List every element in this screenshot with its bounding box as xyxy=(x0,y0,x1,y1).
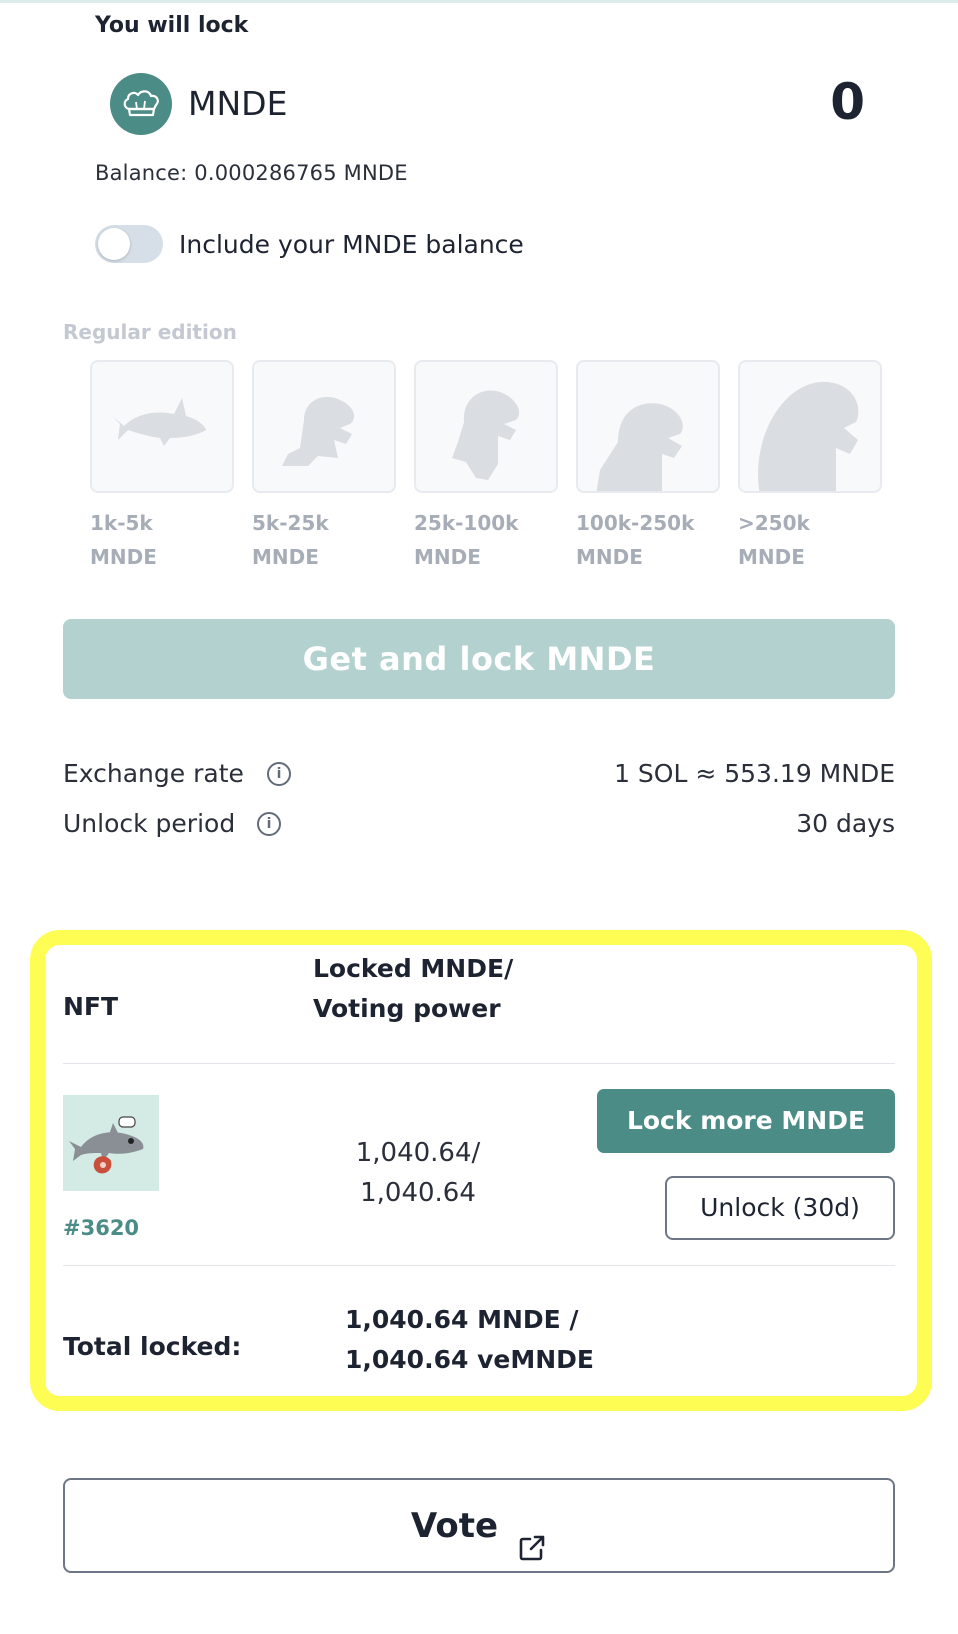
tier-range: 100k-250k xyxy=(576,511,695,535)
info-icon[interactable]: i xyxy=(267,762,291,786)
unlock-period-row: Unlock period i 30 days xyxy=(63,809,895,843)
tier-unit: MNDE xyxy=(576,545,643,569)
nft-tier-3: 25k-100k MNDE xyxy=(414,360,558,574)
column-header-locked-line1: Locked MNDE/ xyxy=(313,954,514,983)
vote-label: Vote xyxy=(410,1506,499,1546)
unlock-period-label: Unlock period xyxy=(63,809,236,838)
nft-id[interactable]: #3620 xyxy=(63,1216,139,1240)
locked-positions-panel: NFT Locked MNDE/ Voting power #3620 1,04… xyxy=(30,930,932,1411)
unlock-period-value: 30 days xyxy=(796,809,895,838)
tier-range: 5k-25k xyxy=(252,511,329,535)
total-locked-line2: 1,040.64 veMNDE xyxy=(345,1345,594,1374)
external-link-icon xyxy=(517,1512,547,1560)
shark-nft-image[interactable] xyxy=(63,1095,159,1191)
tier-range: 25k-100k xyxy=(414,511,519,535)
table-divider xyxy=(63,1063,895,1064)
tier-unit: MNDE xyxy=(738,545,805,569)
shark-silhouette-icon xyxy=(576,360,720,493)
exchange-rate-label: Exchange rate xyxy=(63,759,244,788)
nft-tier-4: 100k-250k MNDE xyxy=(576,360,720,574)
locked-voting-value: 1,040.64/ 1,040.64 xyxy=(333,1133,503,1213)
nft-tier-5: >250k MNDE xyxy=(738,360,882,574)
shark-silhouette-icon xyxy=(252,360,396,493)
vote-button[interactable]: Vote xyxy=(63,1478,895,1573)
unlock-button[interactable]: Unlock (30d) xyxy=(665,1176,895,1240)
lock-more-button[interactable]: Lock more MNDE xyxy=(597,1089,895,1153)
lock-amount[interactable]: 0 xyxy=(830,73,865,131)
token-symbol: MNDE xyxy=(188,84,288,123)
exchange-rate-row: Exchange rate i 1 SOL ≈ 553.19 MNDE xyxy=(63,759,895,793)
column-header-locked: Locked MNDE/ Voting power xyxy=(313,949,513,1029)
column-header-locked-line2: Voting power xyxy=(313,994,501,1023)
locked-value-line1: 1,040.64/ xyxy=(355,1138,481,1168)
shark-silhouette-icon xyxy=(738,360,882,493)
lock-page: You will lock MNDE 0 Balance: 0.00028676… xyxy=(0,0,958,1634)
locked-value-line2: 1,040.64 xyxy=(360,1178,476,1208)
nft-tier-list: 1k-5k MNDE 5k-25k MNDE 25k-100k MNDE 100… xyxy=(90,360,882,570)
table-divider xyxy=(63,1265,895,1266)
total-locked-line1: 1,040.64 MNDE / xyxy=(345,1305,579,1334)
include-balance-label: Include your MNDE balance xyxy=(179,230,524,259)
chef-hat-icon xyxy=(110,73,172,135)
tier-unit: MNDE xyxy=(90,545,157,569)
token-balance: Balance: 0.000286765 MNDE xyxy=(95,161,408,185)
tier-unit: MNDE xyxy=(414,545,481,569)
get-and-lock-button[interactable]: Get and lock MNDE xyxy=(63,619,895,699)
tier-range: >250k xyxy=(738,511,810,535)
shark-silhouette-icon xyxy=(90,360,234,493)
nft-tier-2: 5k-25k MNDE xyxy=(252,360,396,574)
locked-positions-table: NFT Locked MNDE/ Voting power #3620 1,04… xyxy=(63,945,895,1396)
lock-heading: You will lock xyxy=(95,13,249,38)
total-locked-value: 1,040.64 MNDE / 1,040.64 veMNDE xyxy=(345,1300,594,1380)
column-header-nft: NFT xyxy=(63,992,119,1021)
toggle-knob xyxy=(98,228,130,260)
edition-label: Regular edition xyxy=(63,320,237,344)
total-locked-label: Total locked: xyxy=(63,1332,242,1361)
tier-range: 1k-5k xyxy=(90,511,153,535)
token-row: MNDE 0 xyxy=(110,73,865,135)
tier-unit: MNDE xyxy=(252,545,319,569)
info-icon[interactable]: i xyxy=(257,812,281,836)
shark-silhouette-icon xyxy=(414,360,558,493)
exchange-rate-value: 1 SOL ≈ 553.19 MNDE xyxy=(614,759,895,788)
include-balance-toggle[interactable] xyxy=(95,225,163,263)
nft-tier-1: 1k-5k MNDE xyxy=(90,360,234,574)
